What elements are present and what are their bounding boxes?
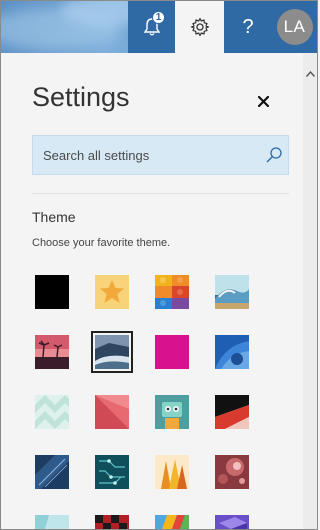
search-icon[interactable] (264, 145, 284, 165)
avatar: LA (276, 9, 313, 45)
help-button[interactable]: ? (224, 1, 272, 53)
account-button[interactable]: LA (272, 1, 317, 53)
scroll-up-button[interactable] (303, 67, 317, 81)
scrollbar[interactable] (303, 53, 317, 529)
theme-tile-wave[interactable] (215, 275, 249, 309)
theme-tile-robot[interactable] (155, 395, 189, 429)
theme-tile-coral-geo[interactable] (95, 395, 129, 429)
gear-icon (190, 17, 209, 37)
settings-search-box[interactable] (32, 135, 289, 175)
theme-heading: Theme (32, 209, 76, 225)
theme-subtitle: Choose your favorite theme. (32, 237, 171, 249)
theme-tile-dark-blue-tech[interactable] (35, 455, 69, 489)
theme-tile-black[interactable] (35, 275, 69, 309)
theme-tile-rainbow-blocks[interactable] (155, 515, 189, 529)
theme-tile-stars[interactable] (95, 275, 129, 309)
theme-tile-red-fold[interactable] (215, 395, 249, 429)
theme-tile-blue-swirl[interactable] (215, 335, 249, 369)
theme-tile-sunset-palms[interactable] (35, 335, 69, 369)
settings-gear-button[interactable] (175, 1, 224, 53)
theme-tile-cyan-fade[interactable] (35, 515, 69, 529)
theme-tile-bokeh[interactable] (215, 455, 249, 489)
theme-tile-cones[interactable] (155, 455, 189, 489)
theme-tile-magenta[interactable] (155, 335, 189, 369)
theme-tile-purple-cube[interactable] (215, 515, 249, 529)
search-input[interactable] (33, 136, 263, 174)
close-button[interactable] (253, 91, 273, 111)
divider (32, 193, 289, 194)
theme-tile-coast[interactable] (91, 331, 133, 373)
notifications-button[interactable]: 1 (128, 1, 175, 53)
notification-count-badge: 1 (152, 11, 165, 24)
top-bar: 1 ? LA (1, 1, 317, 53)
theme-tile-mint-chevron[interactable] (35, 395, 69, 429)
settings-panel: Settings Theme Choose your favorite them… (1, 53, 303, 529)
settings-window: 1 ? LA Settings Search all settings Them… (0, 0, 318, 530)
theme-tile-bricks[interactable] (155, 275, 189, 309)
close-icon (257, 95, 269, 107)
theme-tile-red-check[interactable] (95, 515, 129, 529)
panel-title: Settings (32, 82, 130, 112)
help-label: ? (242, 15, 254, 38)
theme-tile-circuit[interactable] (95, 455, 129, 489)
chevron-up-icon (305, 71, 315, 77)
